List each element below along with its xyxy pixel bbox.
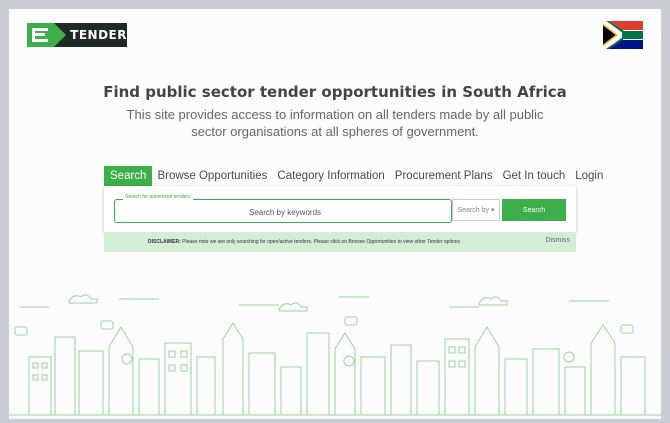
disclaimer-bar: DISCLAIMER: Please note we are only sear… — [104, 232, 576, 252]
tab-login[interactable]: Login — [570, 166, 608, 186]
page-frame: TENDER Find public sector tender opportu… — [9, 9, 661, 419]
keyword-fieldset: Search for advertised tenders — [114, 194, 455, 224]
logo-e-icon — [27, 23, 67, 47]
caret-down-icon: ▾ — [491, 207, 495, 214]
tab-browse-opportunities[interactable]: Browse Opportunities — [152, 166, 272, 186]
keyword-search-input[interactable] — [115, 200, 455, 224]
disclaimer-text: DISCLAIMER: Please note we are only sear… — [148, 239, 460, 245]
disclaimer-message: Please note we are only searching for op… — [180, 239, 461, 245]
tab-search[interactable]: Search — [104, 166, 153, 186]
search-panel: Search for advertised tenders Search by … — [104, 186, 576, 232]
tab-procurement-plans[interactable]: Procurement Plans — [390, 166, 498, 186]
intro-line-1: This site provides access to information… — [126, 107, 544, 122]
city-skyline-illustration — [9, 294, 661, 416]
page-title: Find public sector tender opportunities … — [103, 83, 567, 101]
dismiss-link[interactable]: Dismiss — [546, 237, 571, 244]
south-africa-flag-icon — [603, 21, 643, 49]
search-by-dropdown[interactable]: Search by ▾ — [452, 199, 500, 221]
disclaimer-label: DISCLAIMER: — [148, 239, 181, 245]
search-legend: Search for advertised tenders — [123, 194, 193, 200]
main-tabs: Search Browse Opportunities Category Inf… — [104, 166, 608, 186]
intro-line-2: sector organisations at all spheres of g… — [191, 124, 479, 139]
search-button[interactable]: Search — [502, 199, 566, 221]
tab-category-information[interactable]: Category Information — [272, 166, 389, 186]
tab-get-in-touch[interactable]: Get In touch — [498, 166, 571, 186]
search-by-label: Search by — [457, 206, 489, 214]
skyline-lines — [9, 294, 661, 416]
site-logo[interactable]: TENDER — [27, 23, 127, 47]
